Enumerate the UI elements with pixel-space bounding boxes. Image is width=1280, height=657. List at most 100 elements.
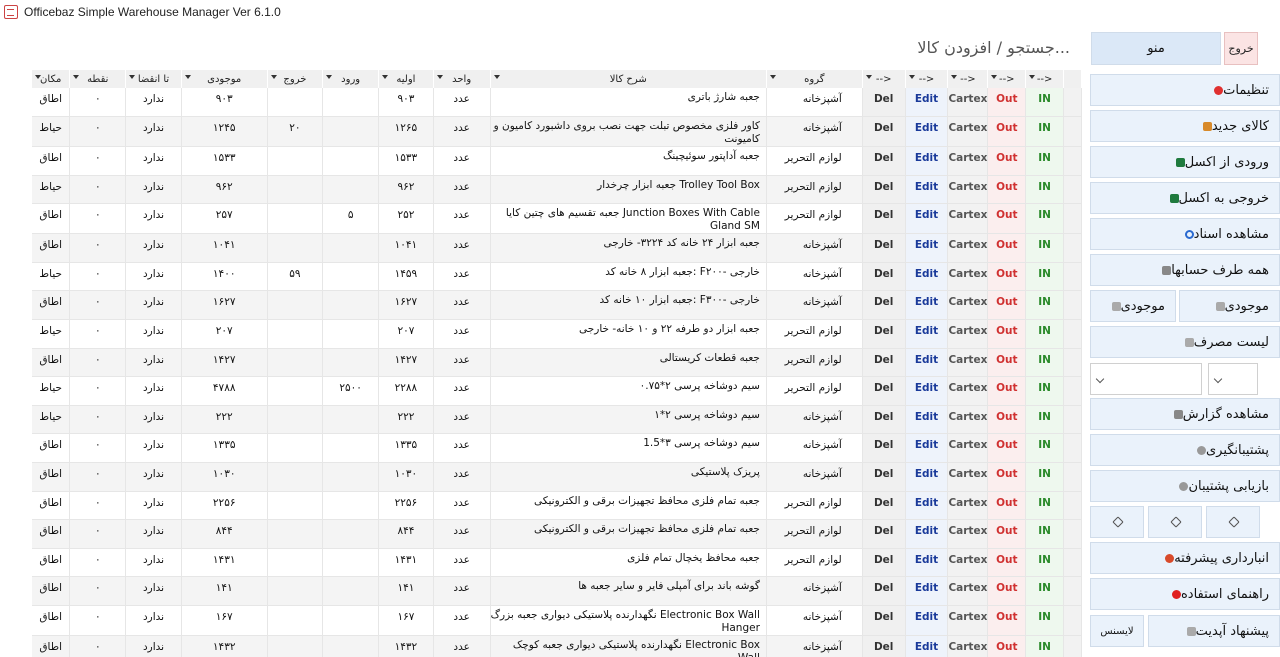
cartex-button[interactable]: Cartex: [947, 519, 989, 549]
in-button[interactable]: IN: [1025, 203, 1065, 235]
table-row[interactable]: حیاط ۰ ندارد ۲۲۲ ۲۲۲ عدد سیم دوشاخه پرسی ۲*۱ آش…: [32, 405, 1082, 435]
cartex-button[interactable]: Cartex: [947, 548, 989, 578]
consumption-list-button[interactable]: لیست مصرف: [1090, 326, 1280, 358]
del-button[interactable]: Del: [862, 576, 906, 606]
edit-button[interactable]: Edit: [905, 116, 949, 148]
menu-button[interactable]: منو: [1091, 32, 1221, 65]
combo-box-1[interactable]: [1208, 363, 1258, 395]
del-button[interactable]: Del: [862, 262, 906, 292]
out-button[interactable]: Out: [987, 290, 1027, 321]
del-button[interactable]: Del: [862, 433, 906, 464]
cartex-button[interactable]: Cartex: [947, 262, 989, 292]
in-button[interactable]: IN: [1025, 348, 1065, 378]
del-button[interactable]: Del: [862, 116, 906, 148]
exit-button[interactable]: خروج: [1224, 32, 1258, 65]
del-button[interactable]: Del: [862, 290, 906, 321]
edit-button[interactable]: Edit: [905, 146, 949, 176]
col-header-desc[interactable]: شرح کالا: [490, 70, 767, 88]
pin-button-1[interactable]: [1206, 506, 1260, 538]
table-row[interactable]: اطاق ۰ ندارد ۱۴۲۷ ۱۴۲۷ عدد جعبه قطعات کریستالی…: [32, 348, 1082, 378]
col-header-stock[interactable]: موجودی: [181, 70, 268, 88]
cartex-button[interactable]: Cartex: [947, 319, 989, 349]
col-header-initial[interactable]: اولیه: [378, 70, 434, 88]
in-button[interactable]: IN: [1025, 175, 1065, 205]
del-button[interactable]: Del: [862, 462, 906, 492]
in-button[interactable]: IN: [1025, 491, 1065, 521]
del-button[interactable]: Del: [862, 519, 906, 549]
table-row[interactable]: اطاق ۰ ندارد ۱۰۴۱ ۱۰۴۱ عدد جعبه ابزار ۲۴ خانه …: [32, 233, 1082, 263]
table-row[interactable]: اطاق ۰ ندارد ۲۵۷ ۵ ۲۵۲ عدد جعبه تقسیم های چتین …: [32, 203, 1082, 235]
table-row[interactable]: اطاق ۰ ندارد ۸۴۴ ۸۴۴ عدد جعبه تمام فلزی محافظ …: [32, 519, 1082, 549]
out-button[interactable]: Out: [987, 548, 1027, 578]
col-header-unit[interactable]: واحد: [433, 70, 491, 88]
out-button[interactable]: Out: [987, 405, 1027, 435]
settings-button[interactable]: تنظیمات: [1090, 74, 1280, 106]
out-button[interactable]: Out: [987, 635, 1027, 657]
col-header-incoming[interactable]: ورود: [322, 70, 380, 88]
edit-button[interactable]: Edit: [905, 290, 949, 321]
cartex-button[interactable]: Cartex: [947, 233, 989, 263]
in-button[interactable]: IN: [1025, 262, 1065, 292]
in-button[interactable]: IN: [1025, 376, 1065, 406]
in-button[interactable]: IN: [1025, 319, 1065, 349]
all-accounts-button[interactable]: همه طرف حسابها: [1090, 254, 1280, 286]
cartex-button[interactable]: Cartex: [947, 605, 989, 636]
cartex-button[interactable]: Cartex: [947, 576, 989, 606]
edit-button[interactable]: Edit: [905, 88, 949, 118]
del-button[interactable]: Del: [862, 146, 906, 176]
col-header-expiry[interactable]: تا انقضا: [125, 70, 182, 88]
cartex-button[interactable]: Cartex: [947, 433, 989, 464]
cartex-button[interactable]: Cartex: [947, 146, 989, 176]
del-button[interactable]: Del: [862, 548, 906, 578]
edit-button[interactable]: Edit: [905, 175, 949, 205]
in-button[interactable]: IN: [1025, 405, 1065, 435]
out-button[interactable]: Out: [987, 519, 1027, 549]
in-button[interactable]: IN: [1025, 519, 1065, 549]
col-header-place[interactable]: مکان: [32, 70, 71, 88]
out-button[interactable]: Out: [987, 605, 1027, 636]
in-button[interactable]: IN: [1025, 116, 1065, 148]
suggest-update-button[interactable]: پیشنهاد آپدیت: [1148, 615, 1280, 647]
edit-button[interactable]: Edit: [905, 635, 949, 657]
out-button[interactable]: Out: [987, 88, 1027, 118]
edit-button[interactable]: Edit: [905, 348, 949, 378]
edit-button[interactable]: Edit: [905, 605, 949, 636]
table-row[interactable]: اطاق ۰ ندارد ۹۰۳ ۹۰۳ عدد جعبه شارژ باتری آشپزخا…: [32, 88, 1082, 118]
col-header-action-del[interactable]: -->: [862, 70, 906, 88]
stock-button-2[interactable]: موجودی: [1090, 290, 1176, 322]
in-button[interactable]: IN: [1025, 605, 1065, 636]
out-button[interactable]: Out: [987, 203, 1027, 235]
out-button[interactable]: Out: [987, 175, 1027, 205]
table-row[interactable]: حیاط ۰ ندارد ۱۲۴۵ ۲۰ ۱۲۶۵ عدد کاور فلزی مخصوص ت…: [32, 116, 1082, 148]
table-row[interactable]: اطاق ۰ ندارد ۱۰۳۰ ۱۰۳۰ عدد پریزک پلاستیکی آشپزخ…: [32, 462, 1082, 492]
col-header-group[interactable]: گروه: [766, 70, 863, 88]
cartex-button[interactable]: Cartex: [947, 635, 989, 657]
cartex-button[interactable]: Cartex: [947, 405, 989, 435]
in-button[interactable]: IN: [1025, 88, 1065, 118]
license-button[interactable]: لایسنس: [1090, 615, 1144, 647]
del-button[interactable]: Del: [862, 635, 906, 657]
out-button[interactable]: Out: [987, 146, 1027, 176]
backup-button[interactable]: پشتیبانگیری: [1090, 434, 1280, 466]
del-button[interactable]: Del: [862, 348, 906, 378]
in-button[interactable]: IN: [1025, 462, 1065, 492]
advanced-warehouse-button[interactable]: انبارداری پیشرفته: [1090, 542, 1280, 574]
in-button[interactable]: IN: [1025, 576, 1065, 606]
del-button[interactable]: Del: [862, 376, 906, 406]
edit-button[interactable]: Edit: [905, 462, 949, 492]
col-header-outgoing[interactable]: خروج: [267, 70, 324, 88]
col-header-action-in[interactable]: -->: [1025, 70, 1065, 88]
stock-button-1[interactable]: موجودی: [1179, 290, 1280, 322]
edit-button[interactable]: Edit: [905, 262, 949, 292]
excel-import-button[interactable]: ورودی از اکسل: [1090, 146, 1280, 178]
out-button[interactable]: Out: [987, 116, 1027, 148]
table-row[interactable]: حیاط ۰ ندارد ۱۴۰۰ ۵۹ ۱۴۵۹ عدد جعبه ابزار ۸ خانه…: [32, 262, 1082, 292]
out-button[interactable]: Out: [987, 319, 1027, 349]
edit-button[interactable]: Edit: [905, 576, 949, 606]
restore-backup-button[interactable]: بازیابی پشتیبان: [1090, 470, 1280, 502]
edit-button[interactable]: Edit: [905, 548, 949, 578]
cartex-button[interactable]: Cartex: [947, 290, 989, 321]
in-button[interactable]: IN: [1025, 146, 1065, 176]
edit-button[interactable]: Edit: [905, 405, 949, 435]
del-button[interactable]: Del: [862, 405, 906, 435]
